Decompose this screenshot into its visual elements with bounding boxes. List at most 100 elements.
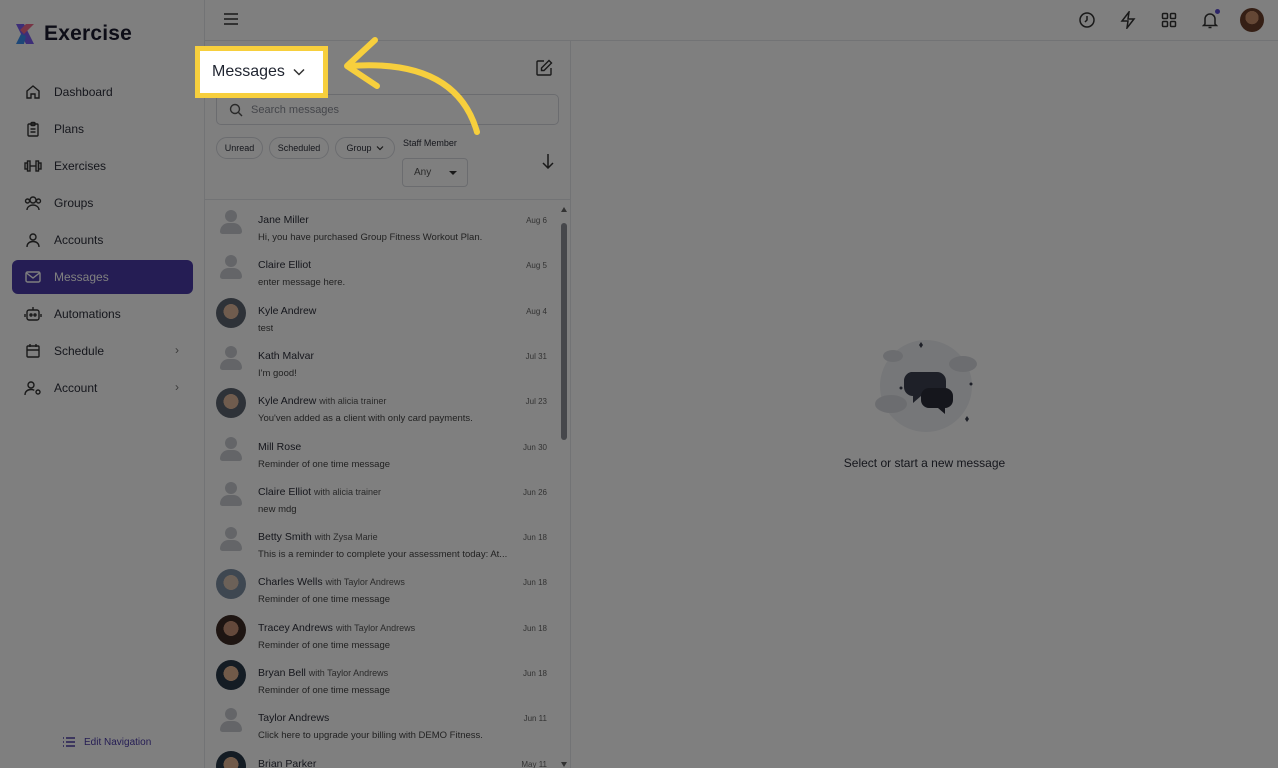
tutorial-pointer-arrow-icon [344, 37, 480, 135]
hamburger-menu-icon[interactable] [223, 12, 239, 26]
sidebar-item-dashboard[interactable]: Dashboard [12, 75, 193, 109]
filter-unread-label: Unread [224, 143, 255, 153]
thread-name: Jane Miller [258, 214, 309, 226]
bell-icon[interactable] [1199, 9, 1221, 31]
sidebar-item-groups[interactable]: Groups [12, 186, 193, 220]
sidebar-item-exercises[interactable]: Exercises [12, 149, 193, 183]
thread-name: Kyle Andrew [258, 305, 316, 317]
staff-member-select[interactable]: Any [402, 158, 468, 187]
thread-date: May 11 [521, 759, 547, 768]
thread-date: Aug 6 [526, 216, 547, 225]
mail-icon [24, 268, 42, 286]
thread-contact-name: Claire Elliot [258, 485, 312, 498]
avatar-placeholder-icon [216, 434, 246, 464]
thread-contact-name: Bryan Bell [258, 667, 306, 679]
thread-row[interactable]: Claire Elliot with alicia trainer new mdg… [205, 473, 561, 518]
clock-icon[interactable] [1076, 9, 1098, 31]
thread-name: Claire Elliot with alicia trainer [258, 486, 381, 498]
thread-row[interactable]: Tracey Andrews with Taylor Andrews Remind… [205, 609, 561, 654]
sidebar-item-accounts[interactable]: Accounts [12, 223, 193, 257]
sidebar-item-label: Automations [54, 307, 121, 321]
messages-title-dropdown[interactable]: Messages [195, 46, 328, 98]
sidebar-item-schedule[interactable]: Schedule › [12, 334, 193, 368]
filter-scheduled-label: Scheduled [277, 143, 321, 153]
dumbbell-icon [24, 157, 42, 175]
lightning-icon[interactable] [1117, 9, 1139, 31]
thread-contact-name: Kyle Andrew [258, 395, 317, 408]
thread-row[interactable]: Kyle Andrew test Aug 4 [205, 292, 561, 337]
thread-name: Kath Malvar [258, 350, 314, 362]
logo-mark-icon [16, 24, 34, 44]
thread-with-staff: with Taylor Andrews [335, 622, 416, 633]
home-icon [24, 83, 42, 101]
app-name: Exercise [44, 22, 133, 45]
avatar [216, 660, 246, 690]
sidebar-item-plans[interactable]: Plans [12, 112, 193, 146]
filter-scheduled[interactable]: Scheduled [269, 137, 329, 159]
thread-date: Jun 18 [522, 578, 547, 588]
thread-contact-name: Mill Rose [258, 440, 302, 453]
thread-row[interactable]: Jane Miller Hi, you have purchased Group … [205, 201, 561, 246]
thread-preview: Click here to upgrade your billing with … [258, 730, 483, 742]
thread-contact-name: Taylor Andrews [258, 712, 330, 725]
scroll-up-arrow[interactable] [561, 207, 567, 212]
sidebar-item-label: Account [54, 381, 98, 395]
app-logo[interactable]: Exercise [14, 22, 132, 46]
chevron-right-icon: › [175, 380, 179, 394]
thread-row[interactable]: Kath Malvar I'm good! Jul 31 [205, 337, 561, 382]
thread-row[interactable]: Charles Wells with Taylor Andrews Reminde… [205, 563, 561, 608]
thread-with-staff: with Taylor Andrews [308, 668, 389, 678]
staff-member-value: Any [414, 167, 432, 178]
thread-contact-name: Betty Smith [258, 531, 312, 544]
thread-date: Jun 18 [522, 533, 547, 543]
scroll-thumb[interactable] [561, 223, 567, 440]
thread-row[interactable]: Mill Rose Reminder of one time message Jun… [205, 428, 561, 473]
avatar-placeholder-icon [216, 705, 246, 735]
edit-navigation-label: Edit Navigation [84, 736, 152, 748]
thread-row[interactable]: Kyle Andrew with alicia trainer You'ven a… [205, 382, 561, 427]
sidebar-item-label: Accounts [54, 233, 104, 247]
thread-contact-name: Kath Malvar [258, 349, 315, 362]
edit-navigation-link[interactable]: Edit Navigation [62, 736, 151, 748]
thread-contact-name: Jane Miller [258, 214, 309, 226]
avatar [216, 614, 246, 645]
filter-group[interactable]: Group [335, 137, 395, 159]
thread-contact-name: Claire Elliot [258, 259, 312, 272]
thread-name: Taylor Andrews [258, 712, 329, 724]
thread-row[interactable]: Betty Smith with Zysa Marie This is a rem… [205, 518, 561, 563]
thread-preview: Reminder of one time message [258, 685, 391, 696]
thread-row[interactable]: Brian Parker May 11 [205, 745, 561, 768]
top-bar-actions [1076, 8, 1264, 32]
sort-arrow-down-icon[interactable] [541, 153, 555, 169]
filter-unread[interactable]: Unread [216, 137, 263, 159]
sidebar-item-label: Groups [54, 196, 94, 210]
thread-row[interactable]: Claire Elliot enter message here. Aug 5 [205, 246, 561, 291]
empty-state-text: Select or start a new message [843, 456, 1006, 470]
avatar [216, 388, 246, 419]
thread-row[interactable]: Taylor Andrews Click here to upgrade your… [205, 699, 561, 744]
compose-icon[interactable] [535, 59, 553, 77]
thread-name: Tracey Andrews with Taylor Andrews [258, 622, 415, 634]
chevron-down-icon [293, 68, 305, 76]
sidebar-item-automations[interactable]: Automations [12, 297, 193, 331]
sidebar-item-messages[interactable]: Messages [12, 260, 193, 294]
avatar-placeholder-icon [216, 479, 246, 509]
scroll-down-arrow[interactable] [561, 762, 567, 767]
thread-with-staff: with Taylor Andrews [325, 577, 405, 588]
thread-preview: Reminder of one time message [258, 594, 391, 606]
thread-date: Aug 4 [526, 306, 547, 316]
sidebar: Exercise Dashboard Plans Exercises Group… [0, 0, 205, 768]
thread-preview: I'm good! [258, 367, 297, 379]
thread-preview: Hi, you have purchased Group Fitness Wor… [258, 232, 483, 243]
sidebar-item-label: Messages [54, 270, 109, 284]
user-icon [24, 231, 42, 249]
thread-preview: Reminder of one time message [258, 458, 391, 470]
thread-preview: new mdg [258, 503, 297, 515]
user-avatar[interactable] [1240, 8, 1264, 32]
thread-list-scrollbar[interactable] [560, 207, 568, 767]
sidebar-item-account[interactable]: Account › [12, 371, 193, 405]
thread-name: Brian Parker [258, 758, 316, 768]
thread-row[interactable]: Bryan Bell with Taylor Andrews Reminder o… [205, 654, 561, 699]
apps-grid-icon[interactable] [1158, 9, 1180, 31]
thread-name: Claire Elliot [258, 259, 311, 271]
